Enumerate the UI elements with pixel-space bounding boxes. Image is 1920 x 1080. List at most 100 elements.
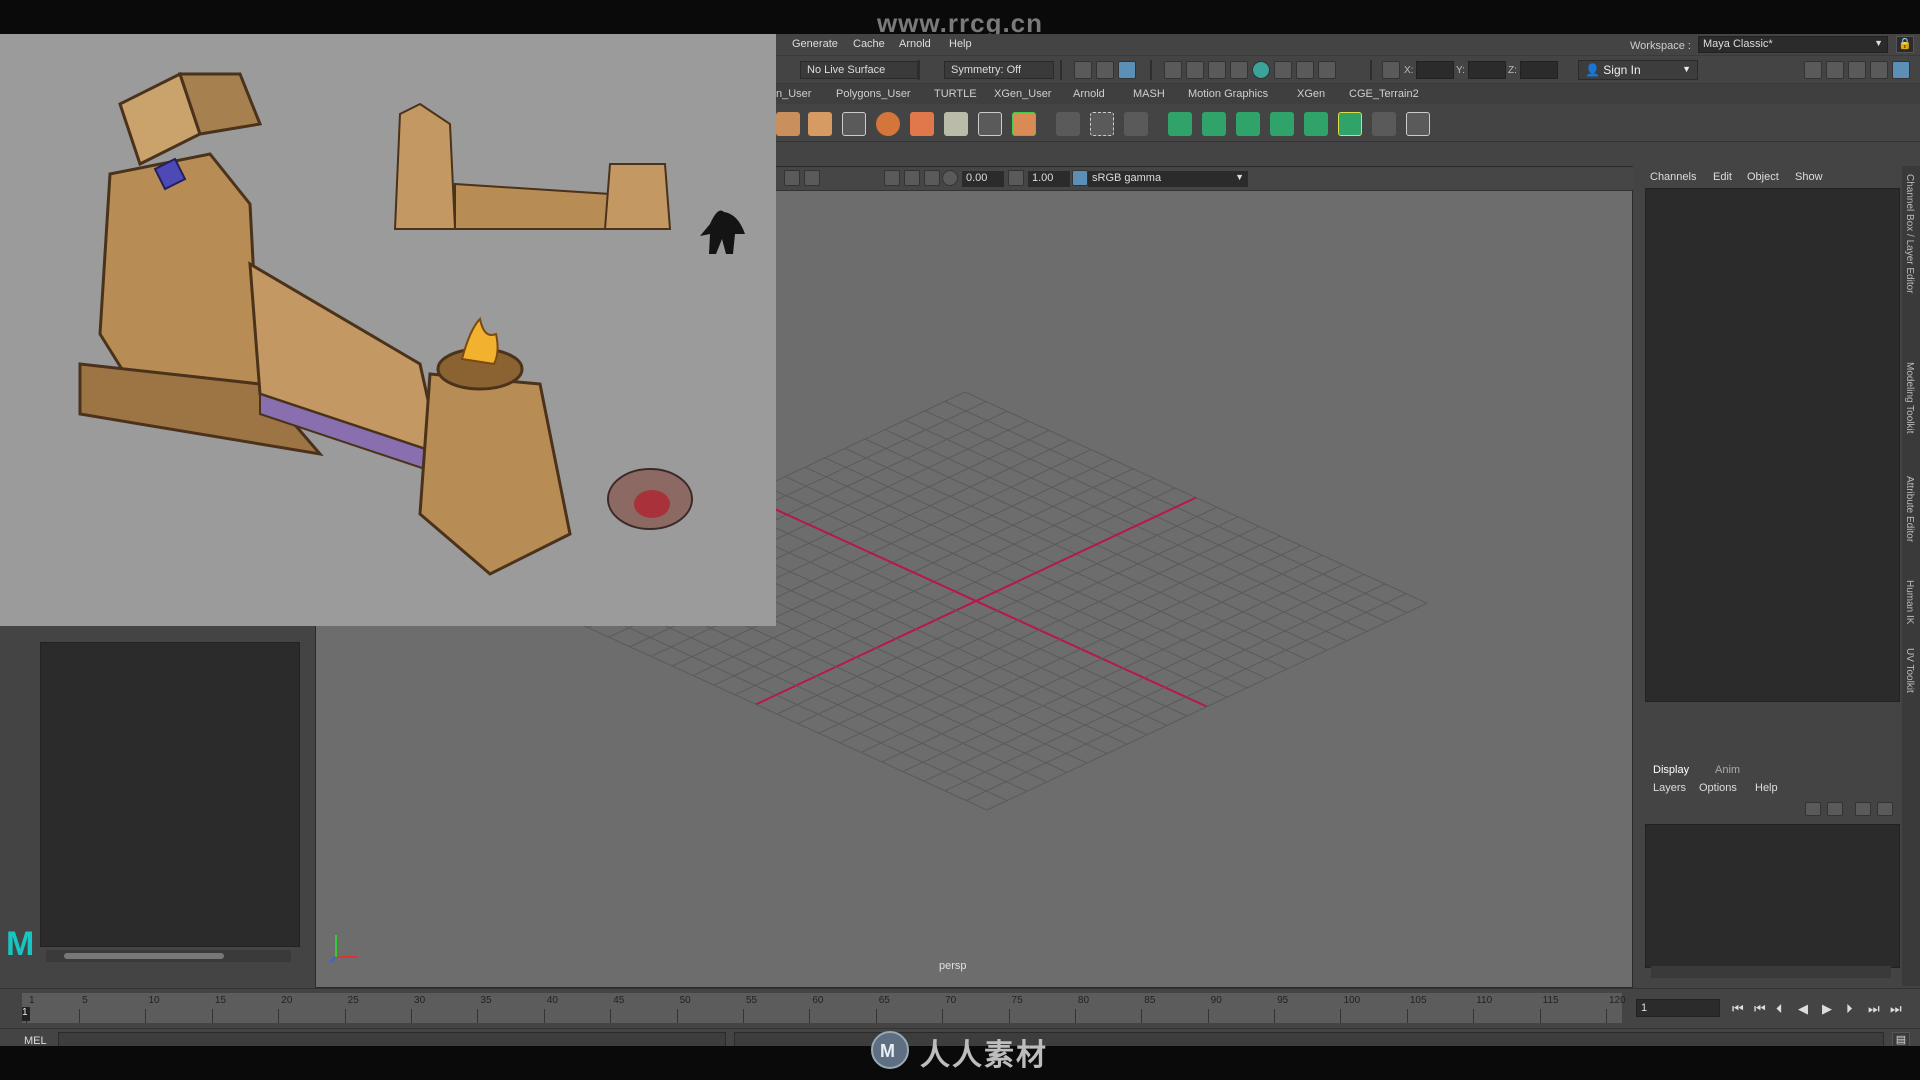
- poly-sphere-icon[interactable]: [876, 112, 900, 136]
- go-to-end-icon[interactable]: ⏭: [1890, 1001, 1902, 1017]
- side-tab-attribute-editor[interactable]: Attribute Editor: [1904, 476, 1915, 542]
- color-management-icon[interactable]: [1072, 170, 1088, 186]
- render-settings-icon[interactable]: [1230, 61, 1248, 79]
- coord-y-input[interactable]: [1468, 61, 1506, 79]
- coord-z-input[interactable]: [1520, 61, 1558, 79]
- gamma-icon[interactable]: [1008, 170, 1024, 186]
- xray-joints-icon[interactable]: [904, 170, 920, 186]
- outliner-panel[interactable]: [40, 642, 300, 947]
- menu-layers[interactable]: Layers: [1653, 782, 1686, 794]
- sign-in-button[interactable]: 👤 Sign In ▼: [1578, 60, 1698, 80]
- bridge-icon[interactable]: [978, 112, 1002, 136]
- menu-help[interactable]: Help: [1755, 782, 1778, 794]
- menu-help[interactable]: Help: [949, 38, 972, 50]
- attribute-editor-icon[interactable]: [1848, 61, 1866, 79]
- wireframe-icon[interactable]: [924, 170, 940, 186]
- lock-camera-icon[interactable]: [1096, 61, 1114, 79]
- menu-show[interactable]: Show: [1795, 171, 1823, 183]
- quad-draw-icon[interactable]: [1090, 112, 1114, 136]
- isolate-select-icon[interactable]: [884, 170, 900, 186]
- human-ik-icon[interactable]: [1826, 61, 1844, 79]
- shelf-tab-polygons-user[interactable]: Polygons_User: [836, 88, 911, 100]
- lock-icon[interactable]: 🔒: [1896, 36, 1914, 53]
- tab-anim[interactable]: Anim: [1715, 764, 1740, 776]
- shelf-tab-xgen[interactable]: XGen: [1297, 88, 1325, 100]
- channel-box-icon[interactable]: [1892, 61, 1910, 79]
- uv-cylinder-icon[interactable]: [1236, 112, 1260, 136]
- exposure-icon[interactable]: [942, 170, 958, 186]
- play-backward-icon[interactable]: ◀: [1798, 1001, 1808, 1017]
- menu-arnold[interactable]: Arnold: [899, 38, 931, 50]
- new-layer-selected-icon[interactable]: [1827, 802, 1843, 816]
- new-layer-icon[interactable]: [1805, 802, 1821, 816]
- multi-cut-icon[interactable]: [842, 112, 866, 136]
- sew-uv-icon[interactable]: [1406, 112, 1430, 136]
- combine-icon[interactable]: [910, 112, 934, 136]
- workspace-dropdown[interactable]: Maya Classic* ▼: [1698, 36, 1888, 53]
- time-slider-track[interactable]: 1 5 10 15 20 25 30 35 40 45 50 55 60 65 70 75 80 85 90 95 10…: [22, 993, 1626, 1023]
- render-view-icon[interactable]: [1274, 61, 1292, 79]
- shelf-tab-mash[interactable]: MASH: [1133, 88, 1165, 100]
- uv-unfold-icon[interactable]: [1270, 112, 1294, 136]
- shelf-tab-user[interactable]: n_User: [776, 88, 811, 100]
- extrude-icon[interactable]: [944, 112, 968, 136]
- arnold-render-icon[interactable]: [1296, 61, 1314, 79]
- layer-scrollbar[interactable]: [1651, 966, 1891, 978]
- bookmark-icon[interactable]: [804, 170, 820, 186]
- step-forward-key-icon[interactable]: ⏭: [1868, 1001, 1880, 1017]
- tab-display[interactable]: Display: [1653, 764, 1689, 776]
- layer-list[interactable]: [1645, 824, 1900, 968]
- play-forward-icon[interactable]: ▶: [1822, 1001, 1832, 1017]
- bevel-icon[interactable]: [1012, 112, 1036, 136]
- uv-checker-icon[interactable]: [1338, 112, 1362, 136]
- shelf-tab-xgen-user[interactable]: XGen_User: [994, 88, 1051, 100]
- step-back-frame-icon[interactable]: ⏴: [1776, 1001, 1783, 1017]
- shelf-tab-cge-terrain2[interactable]: CGE_Terrain2: [1349, 88, 1419, 100]
- transform-icon[interactable]: [1382, 61, 1400, 79]
- symmetry-field[interactable]: Symmetry: Off: [944, 61, 1054, 79]
- step-back-key-icon[interactable]: ⏮: [1754, 1001, 1766, 1017]
- pencil-icon[interactable]: [1056, 112, 1080, 136]
- menu-channels[interactable]: Channels: [1650, 171, 1696, 183]
- uv-auto-icon[interactable]: [1168, 112, 1192, 136]
- side-tab-modeling-toolkit[interactable]: Modeling Toolkit: [1904, 362, 1915, 434]
- move-layer-up-icon[interactable]: [1855, 802, 1871, 816]
- shelf-tab-motion-graphics[interactable]: Motion Graphics: [1188, 88, 1268, 100]
- hypershade-icon[interactable]: [1252, 61, 1270, 79]
- gamma-field[interactable]: 1.00: [1028, 171, 1070, 187]
- move-layer-down-icon[interactable]: [1877, 802, 1893, 816]
- coord-x-input[interactable]: [1416, 61, 1454, 79]
- menu-generate[interactable]: Generate: [792, 38, 838, 50]
- outliner-scrollbar[interactable]: [46, 950, 291, 962]
- ipr-render-icon[interactable]: [1208, 61, 1226, 79]
- tool-settings-icon[interactable]: [1870, 61, 1888, 79]
- side-tab-channel-box[interactable]: Channel Box / Layer Editor: [1904, 174, 1915, 294]
- current-frame-marker[interactable]: 1: [22, 1007, 30, 1021]
- poly-plane-icon[interactable]: [776, 112, 800, 136]
- menu-options[interactable]: Options: [1699, 782, 1737, 794]
- menu-edit[interactable]: Edit: [1713, 171, 1732, 183]
- sculpt-icon[interactable]: [1124, 112, 1148, 136]
- menu-cache[interactable]: Cache: [853, 38, 885, 50]
- side-tab-uv-toolkit[interactable]: UV Toolkit: [1904, 648, 1915, 693]
- shelf-tab-turtle[interactable]: TURTLE: [934, 88, 977, 100]
- xray-icon[interactable]: [1118, 61, 1136, 79]
- pause-icon[interactable]: [1318, 61, 1336, 79]
- step-forward-frame-icon[interactable]: ⏵: [1846, 1001, 1853, 1017]
- live-surface-field[interactable]: No Live Surface: [800, 61, 918, 79]
- shelf-tab-arnold[interactable]: Arnold: [1073, 88, 1105, 100]
- channel-box-body[interactable]: [1645, 188, 1900, 702]
- cut-uv-icon[interactable]: [1372, 112, 1396, 136]
- render-icon[interactable]: [1164, 61, 1182, 79]
- scrollbar-thumb[interactable]: [64, 953, 224, 959]
- side-tab-human-ik[interactable]: Human IK: [1904, 580, 1915, 624]
- render-sequence-icon[interactable]: [1186, 61, 1204, 79]
- colorspace-dropdown[interactable]: sRGB gamma ▼: [1088, 171, 1248, 187]
- exposure-field[interactable]: 0.00: [962, 171, 1004, 187]
- uv-planar-icon[interactable]: [1202, 112, 1226, 136]
- select-camera-icon[interactable]: [1074, 61, 1092, 79]
- menu-object[interactable]: Object: [1747, 171, 1779, 183]
- poly-cube-icon[interactable]: [808, 112, 832, 136]
- camera-attributes-icon[interactable]: [784, 170, 800, 186]
- current-frame-field[interactable]: 1: [1636, 999, 1720, 1017]
